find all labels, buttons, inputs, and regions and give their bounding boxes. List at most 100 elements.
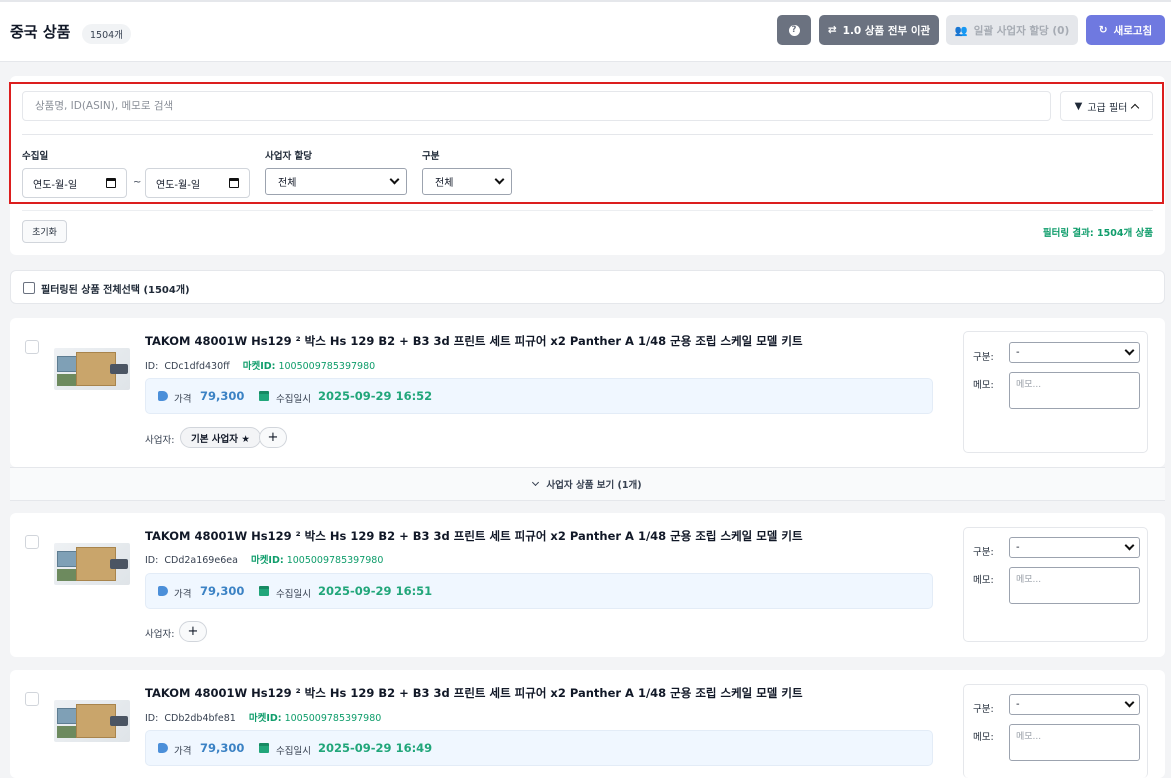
price-tag-icon — [158, 743, 168, 753]
collected-date: 2025-09-29 16:52 — [318, 389, 433, 403]
category-label: 구분 — [422, 151, 440, 162]
collected-date: 2025-09-29 16:51 — [318, 584, 433, 598]
funnel-icon: ▼ — [1074, 100, 1083, 112]
help-button[interactable]: ? — [777, 15, 811, 45]
refresh-button[interactable]: ↻ 새로고침 — [1086, 15, 1165, 45]
product-checkbox[interactable] — [25, 340, 39, 354]
price-label: 가격 — [174, 394, 192, 405]
product-price: 79,300 — [200, 584, 245, 598]
calendar-icon[interactable] — [106, 178, 116, 188]
seller-products-label: 사업자 상품 보기 (1개) — [546, 480, 642, 491]
collected-label: 수집일시 — [276, 746, 311, 757]
add-seller-button[interactable]: + — [259, 427, 287, 448]
side-memo-label: 메모: — [973, 575, 994, 586]
product-id: CDb2db4bfe81 — [164, 713, 236, 724]
chevron-up-icon — [1131, 103, 1140, 112]
seller-label: 사업자: — [145, 435, 175, 446]
market-id: 1005009785397980 — [286, 555, 384, 566]
calendar-icon — [259, 743, 269, 753]
market-id: 1005009785397980 — [278, 361, 376, 372]
migrate-all-label: 1.0 상품 전부 이관 — [842, 24, 931, 37]
seller-products-toggle[interactable]: 사업자 상품 보기 (1개) — [10, 467, 1165, 501]
category-select[interactable]: 전체 — [422, 168, 512, 195]
product-id-line: ID: CDb2db4bfe81 마켓ID: 1005009785397980 — [145, 713, 382, 724]
bulk-assign-button[interactable]: 👥 일괄 사업자 할당 (0) — [946, 15, 1078, 45]
side-category-label: 구분: — [973, 704, 994, 715]
product-thumbnail[interactable] — [54, 543, 130, 585]
product-category-select[interactable]: - — [1009, 694, 1140, 715]
refresh-icon: ↻ — [1098, 24, 1108, 36]
seller-assign-label: 사업자 할당 — [265, 151, 313, 162]
chevron-down-icon — [389, 174, 400, 185]
chevron-down-icon — [1124, 345, 1135, 356]
page-title: 중국 상품 — [10, 23, 71, 41]
bulk-assign-label: 일괄 사업자 할당 (0) — [973, 24, 1070, 37]
product-title[interactable]: TAKOM 48001W Hs129 ² 박스 Hs 129 B2 + B3 3… — [145, 528, 803, 544]
advanced-filter-button[interactable]: ▼ 고급 필터 — [1060, 91, 1153, 121]
date-from-value: 연도-월-일 — [33, 179, 78, 191]
chevron-down-icon — [532, 478, 540, 487]
chevron-down-icon — [1124, 540, 1135, 551]
chevron-down-icon — [1124, 697, 1135, 708]
memo-textarea[interactable] — [1009, 567, 1140, 604]
seller-chip[interactable]: 기본 사업자 ★ — [180, 427, 261, 448]
select-all-checkbox[interactable] — [23, 282, 35, 294]
product-thumbnail[interactable] — [54, 700, 130, 742]
calendar-icon — [259, 586, 269, 596]
filter-result-text: 필터링 결과: 1504개 상품 — [1042, 228, 1153, 239]
price-tag-icon — [158, 391, 168, 401]
collection-date-label: 수집일 — [22, 151, 49, 162]
date-separator: ~ — [133, 177, 142, 188]
memo-textarea[interactable] — [1009, 372, 1140, 409]
product-id-line: ID: CDc1dfd430ff 마켓ID: 1005009785397980 — [145, 361, 376, 372]
product-title[interactable]: TAKOM 48001W Hs129 ² 박스 Hs 129 B2 + B3 3… — [145, 685, 803, 701]
market-id: 1005009785397980 — [284, 713, 382, 724]
seller-assign-value: 전체 — [278, 178, 297, 189]
side-memo-label: 메모: — [973, 380, 994, 391]
search-input[interactable] — [22, 91, 1051, 121]
seller-assign-select[interactable]: 전체 — [265, 168, 407, 195]
advanced-filter-label: 고급 필터 — [1087, 102, 1128, 114]
product-id-line: ID: CDd2a169e6ea 마켓ID: 1005009785397980 — [145, 555, 384, 566]
date-to-input[interactable]: 연도-월-일 — [145, 168, 250, 198]
calendar-icon — [259, 391, 269, 401]
date-to-value: 연도-월-일 — [156, 179, 201, 191]
chevron-down-icon — [494, 174, 505, 185]
refresh-label: 새로고침 — [1113, 24, 1153, 37]
users-icon: 👥 — [954, 24, 968, 37]
side-memo-label: 메모: — [973, 732, 994, 743]
collected-label: 수집일시 — [276, 394, 311, 405]
product-category-value: - — [1016, 699, 1020, 710]
side-category-label: 구분: — [973, 352, 994, 363]
product-price: 79,300 — [200, 741, 245, 755]
add-seller-button[interactable]: + — [179, 621, 207, 642]
memo-textarea[interactable] — [1009, 724, 1140, 761]
product-checkbox[interactable] — [25, 535, 39, 549]
filter-divider-bottom — [22, 210, 1153, 211]
calendar-icon[interactable] — [229, 178, 239, 188]
side-category-label: 구분: — [973, 547, 994, 558]
swap-icon: ⇄ — [827, 24, 837, 36]
product-category-value: - — [1016, 542, 1020, 553]
product-category-select[interactable]: - — [1009, 342, 1140, 363]
date-from-input[interactable]: 연도-월-일 — [22, 168, 127, 198]
collected-date: 2025-09-29 16:49 — [318, 741, 433, 755]
collected-label: 수집일시 — [276, 589, 311, 600]
product-id: CDd2a169e6ea — [164, 555, 238, 566]
category-value: 전체 — [435, 178, 454, 189]
product-checkbox[interactable] — [25, 692, 39, 706]
product-title[interactable]: TAKOM 48001W Hs129 ² 박스 Hs 129 B2 + B3 3… — [145, 333, 803, 349]
select-all-label: 필터링된 상품 전체선택 (1504개) — [41, 285, 190, 296]
price-tag-icon — [158, 586, 168, 596]
filter-divider — [22, 134, 1153, 135]
help-icon: ? — [788, 24, 800, 36]
migrate-all-button[interactable]: ⇄ 1.0 상품 전부 이관 — [819, 15, 939, 45]
price-label: 가격 — [174, 746, 192, 757]
seller-label: 사업자: — [145, 629, 175, 640]
product-category-select[interactable]: - — [1009, 537, 1140, 558]
product-count-badge: 1504개 — [82, 24, 131, 44]
product-id: CDc1dfd430ff — [164, 361, 230, 372]
price-label: 가격 — [174, 589, 192, 600]
reset-button[interactable]: 초기화 — [22, 220, 67, 243]
product-thumbnail[interactable] — [54, 348, 130, 390]
